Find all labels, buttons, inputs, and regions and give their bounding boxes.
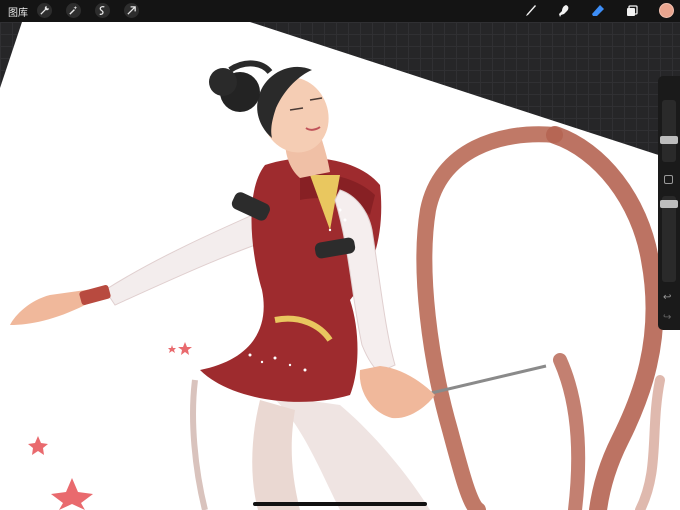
brush-size-slider[interactable] (660, 100, 678, 162)
opacity-thumb[interactable] (660, 200, 678, 208)
redo-icon[interactable]: ↪ (663, 312, 671, 323)
selection-icon[interactable] (95, 3, 110, 18)
brush-size-thumb[interactable] (660, 136, 678, 144)
brush-icon[interactable] (521, 2, 539, 20)
top-toolbar: 图库 (0, 0, 680, 22)
smudge-icon[interactable] (555, 2, 573, 20)
gallery-button[interactable]: 图库 (8, 4, 28, 19)
magic-wand-icon[interactable] (66, 3, 81, 18)
color-picker-button[interactable] (659, 3, 674, 18)
transform-arrow-icon[interactable] (124, 3, 139, 18)
opacity-slider[interactable] (660, 196, 678, 282)
undo-icon[interactable]: ↩ (663, 292, 671, 303)
side-toolbar: ↩ ↪ (658, 76, 680, 330)
wrench-icon[interactable] (37, 3, 52, 18)
artwork-canvas[interactable] (0, 22, 680, 510)
eraser-icon[interactable] (589, 2, 607, 20)
layers-icon[interactable] (623, 2, 641, 20)
home-indicator[interactable] (253, 502, 427, 506)
modify-button[interactable] (664, 175, 673, 184)
